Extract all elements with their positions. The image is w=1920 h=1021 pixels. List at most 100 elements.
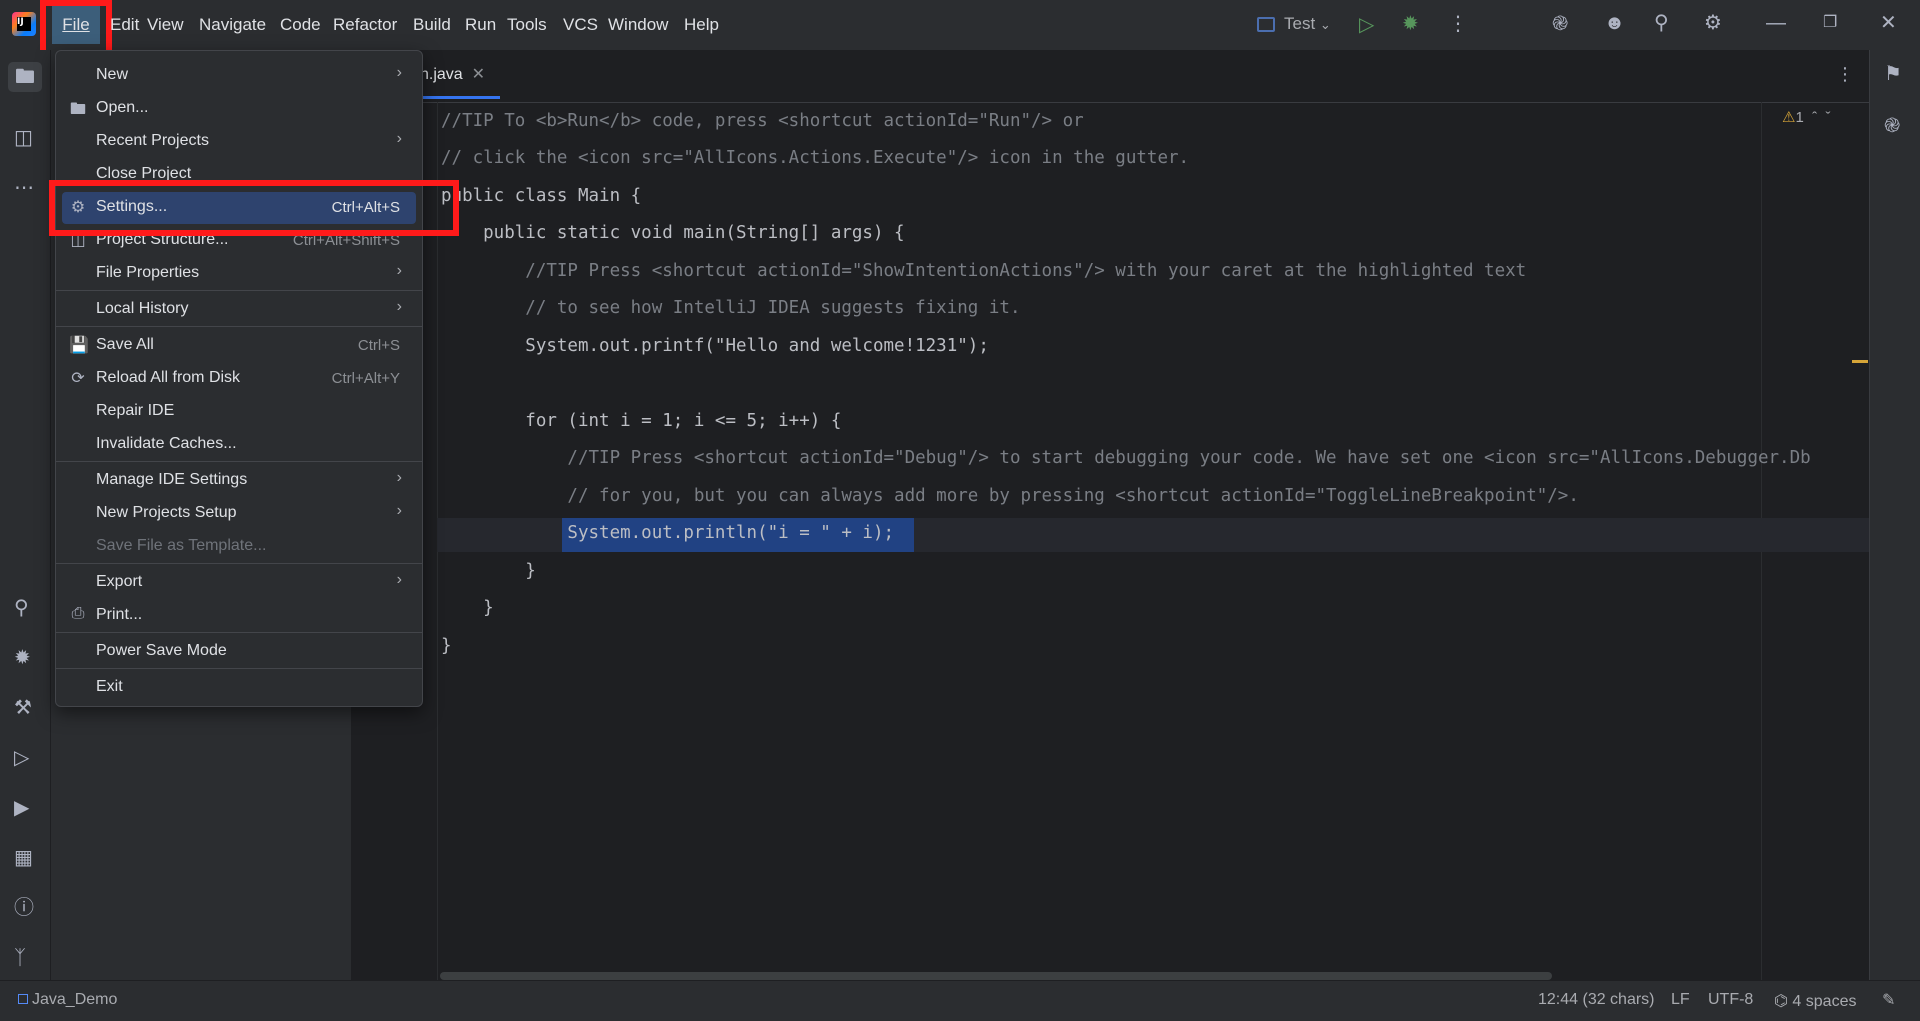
menu-run[interactable]: Run (465, 14, 496, 36)
code-line-6[interactable]: // to see how IntelliJ IDEA suggests fix… (441, 293, 1020, 323)
git-icon[interactable]: ᛉ (14, 948, 26, 968)
code-line-3[interactable]: public class Main { (441, 181, 641, 211)
chevron-right-icon: › (396, 502, 402, 519)
menu-tools[interactable]: Tools (507, 14, 547, 36)
ai-chat-icon[interactable]: ֎ (1884, 116, 1900, 136)
right-tool-strip (1869, 50, 1920, 980)
menu-edit[interactable]: Edit (110, 14, 139, 36)
code-line-11[interactable]: // for you, but you can always add more … (441, 481, 1578, 511)
more-vertical-icon[interactable]: ⋮ (1836, 64, 1854, 84)
menu-item-manage-ide-settings[interactable]: Manage IDE Settings › (56, 465, 422, 497)
code-line-7[interactable]: System.out.printf("Hello and welcome!123… (441, 331, 989, 361)
code-line-15[interactable]: } (441, 631, 452, 661)
run-config-label: Test (1284, 14, 1316, 33)
code-line-4[interactable]: public static void main(String[] args) { (441, 218, 904, 248)
menu-help[interactable]: Help (684, 14, 719, 36)
read-only-toggle-icon[interactable]: ✎ (1882, 990, 1895, 1010)
menu-item-save-file-as-template: Save File as Template... (56, 531, 422, 563)
menu-refactor[interactable]: Refactor (333, 14, 397, 36)
structure-icon[interactable]: ◫ (14, 128, 33, 148)
menu-item-shortcut: Ctrl+Alt+Y (331, 370, 400, 387)
code-line-9[interactable]: for (int i = 1; i <= 5; i++) { (441, 406, 841, 436)
menu-item-local-history[interactable]: Local History › (56, 294, 422, 326)
more-horizontal-icon[interactable]: ⋯ (14, 178, 34, 198)
chevron-right-icon: › (396, 571, 402, 588)
caret-position[interactable]: 12:44 (32 chars) (1538, 991, 1655, 1009)
menu-item-new-projects-setup[interactable]: New Projects Setup › (56, 498, 422, 530)
run-tool-icon[interactable]: ▷ (14, 748, 29, 768)
project-tool-button[interactable]: 🖿 (8, 62, 42, 92)
search-icon[interactable]: ⚲ (1654, 13, 1669, 33)
menu-item-file-properties[interactable]: File Properties › (56, 258, 422, 290)
menu-separator (56, 563, 422, 564)
close-tab-icon[interactable]: ✕ (472, 66, 485, 83)
menu-code[interactable]: Code (280, 14, 321, 36)
menu-item-save-all[interactable]: 💾 Save All Ctrl+S (56, 330, 422, 362)
menu-build[interactable]: Build (413, 14, 451, 36)
editor-tab[interactable]: n.java ✕ (420, 64, 485, 84)
menu-item-new[interactable]: New › (56, 60, 422, 92)
chevron-right-icon: › (396, 298, 402, 315)
build-hammer-icon[interactable]: ⚒ (14, 698, 32, 718)
menu-item-power-save-mode[interactable]: Power Save Mode (56, 636, 422, 668)
code-line-1[interactable]: //TIP To <b>Run</b> code, press <shortcu… (441, 106, 1084, 136)
menu-item-label: New Projects Setup (96, 504, 237, 521)
menu-navigate[interactable]: Navigate (199, 14, 266, 36)
indent-label: 4 spaces (1792, 993, 1857, 1010)
intellij-logo-icon[interactable]: IJ (12, 12, 36, 36)
inspection-widget[interactable]: ⚠1 ˆ ˇ (1782, 108, 1830, 126)
menu-item-invalidate-caches[interactable]: Invalidate Caches... (56, 429, 422, 461)
more-vertical-icon[interactable]: ⋮ (1448, 14, 1468, 34)
code-line-12[interactable]: System.out.println("i = " + i); (441, 518, 894, 548)
chevron-down-icon: ⌄ (1319, 17, 1331, 32)
printer-icon: ⎙ (71, 605, 85, 622)
restore-icon[interactable]: ❐ (1823, 13, 1837, 33)
chevron-right-icon: › (396, 469, 402, 486)
add-user-icon[interactable]: ☻ (1604, 13, 1625, 33)
services-icon[interactable]: ▶ (14, 798, 29, 818)
run-icon[interactable]: ▷ (1359, 15, 1374, 35)
menu-item-label: Invalidate Caches... (96, 435, 237, 452)
menu-item-print[interactable]: ⎙ Print... (56, 600, 422, 632)
horizontal-scrollbar[interactable] (440, 972, 1552, 980)
menu-vcs[interactable]: VCS (563, 14, 598, 36)
menu-item-label: Repair IDE (96, 402, 175, 419)
module-icon (18, 994, 28, 1004)
menu-item-repair-ide[interactable]: Repair IDE (56, 396, 422, 428)
menu-item-exit[interactable]: Exit (56, 672, 422, 704)
folder-icon: 🖿 (15, 66, 35, 88)
menu-item-label: Exit (96, 678, 123, 695)
menu-item-export[interactable]: Export › (56, 567, 422, 599)
indent-setting[interactable]: ⌬ 4 spaces (1774, 991, 1856, 1011)
menu-item-label: New (96, 66, 129, 83)
chevron-up-icon[interactable]: ˆ (1812, 109, 1817, 126)
menu-view[interactable]: View (147, 14, 184, 36)
menu-item-recent-projects[interactable]: Recent Projects › (56, 126, 422, 158)
gear-icon[interactable]: ⚙ (1704, 13, 1722, 33)
find-icon[interactable]: ⚲ (14, 598, 29, 618)
code-line-2[interactable]: // click the <icon src="AllIcons.Actions… (441, 143, 1189, 173)
code-line-14[interactable]: } (441, 593, 494, 623)
terminal-icon[interactable]: ▦ (14, 848, 33, 868)
warning-stripe-marker[interactable] (1852, 360, 1868, 363)
menu-window[interactable]: Window (608, 14, 668, 36)
code-line-13[interactable]: } (441, 556, 536, 586)
chevron-down-icon[interactable]: ˇ (1825, 109, 1830, 126)
close-window-icon[interactable]: ✕ (1880, 13, 1897, 33)
menu-item-open[interactable]: 🖿 Open... (56, 93, 422, 125)
menu-separator (56, 632, 422, 633)
ai-assistant-icon[interactable]: ֎ (1552, 14, 1568, 34)
problems-icon[interactable]: ⓘ (14, 898, 34, 918)
line-separator[interactable]: LF (1671, 991, 1690, 1009)
folder-icon: 🖿 (69, 101, 86, 118)
menu-item-reload-all[interactable]: ⟳ Reload All from Disk Ctrl+Alt+Y (56, 363, 422, 395)
chevron-right-icon: › (396, 130, 402, 147)
project-breadcrumb[interactable]: Java_Demo (18, 991, 117, 1009)
file-encoding[interactable]: UTF-8 (1708, 991, 1753, 1009)
minimize-icon[interactable]: — (1766, 13, 1786, 33)
code-line-10[interactable]: //TIP Press <shortcut actionId="Debug"/>… (441, 443, 1810, 473)
debug-icon[interactable]: ✹ (1402, 14, 1419, 34)
run-config-selector[interactable]: Test ⌄ (1284, 14, 1331, 34)
debug-tool-icon[interactable]: ✹ (14, 648, 31, 668)
code-line-5[interactable]: //TIP Press <shortcut actionId="ShowInte… (441, 256, 1526, 286)
